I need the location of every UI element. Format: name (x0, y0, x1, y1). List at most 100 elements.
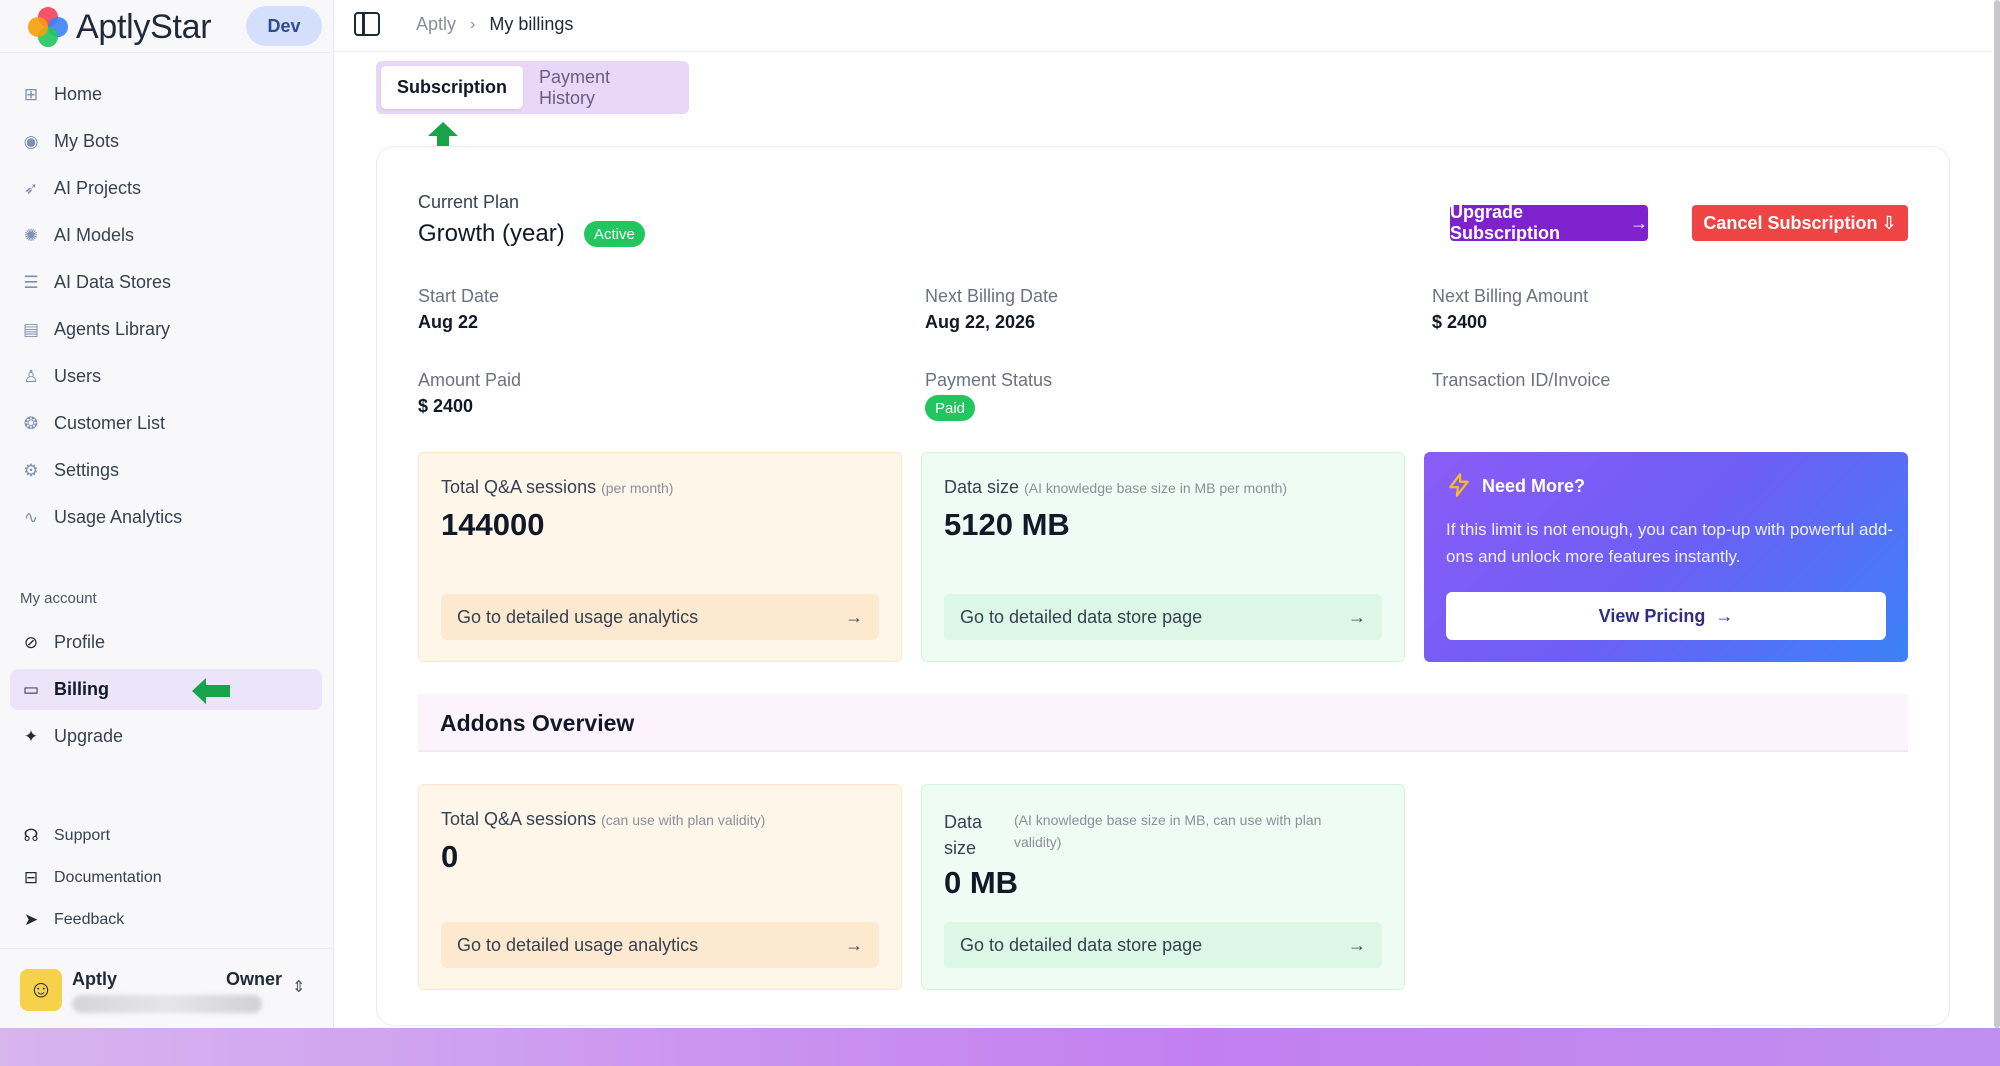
library-icon: ▤ (22, 319, 40, 339)
addon-qa-title: Total Q&A sessions (can use with plan va… (441, 809, 765, 830)
data-store-link-label: Go to detailed data store page (960, 606, 1203, 627)
qa-sessions-note: (per month) (601, 480, 674, 496)
transaction-label: Transaction ID/Invoice (1432, 370, 1611, 390)
arrow-right-icon: → (845, 606, 863, 627)
sidebar-item-ai-projects[interactable]: ➶ AI Projects (10, 168, 322, 209)
upgrade-subscription-label: Upgrade Subscription (1450, 202, 1561, 243)
sidebar-item-customer-list[interactable]: ❂ Customer List (10, 403, 322, 444)
addon-usage-analytics-link[interactable]: Go to detailed usage analytics → (441, 922, 879, 968)
next-billing-date-value: Aug 22, 2026 (925, 312, 1036, 332)
sidebar-item-users[interactable]: ♙ Users (10, 356, 322, 397)
addons-title: Addons Overview (440, 710, 635, 736)
brand[interactable]: AptlyStar (28, 4, 212, 50)
sidebar-item-profile[interactable]: ⊘ Profile (10, 622, 322, 663)
avatar: ☺ (20, 969, 62, 1011)
chevron-updown-icon[interactable]: ⇕ (292, 977, 305, 997)
sidebar-item-ai-data-stores[interactable]: ☰ AI Data Stores (10, 262, 322, 303)
sidebar-item-label: Settings (54, 460, 120, 480)
sidebar-item-documentation[interactable]: ⊟ Documentation (10, 860, 322, 896)
sidebar-item-agents-library[interactable]: ▤ Agents Library (10, 309, 322, 350)
send-icon: ➤ (23, 910, 39, 929)
addon-data-title: Data size (AI knowledge base size in MB,… (944, 809, 1384, 861)
scrollbar-thumb[interactable] (1994, 0, 2000, 1028)
payment-status-label: Payment Status (925, 370, 1053, 390)
payment-status-badge: Paid (925, 395, 976, 421)
sidebar-item-label: Usage Analytics (54, 507, 183, 527)
addon-data-value: 0 MB (944, 865, 1019, 900)
user-menu[interactable]: ☺ Aptly Owner ⇕ (0, 948, 334, 1028)
sidebar-item-feedback[interactable]: ➤ Feedback (10, 902, 322, 938)
sidebar-item-label: Billing (54, 679, 109, 699)
sidebar-item-label: My Bots (54, 131, 120, 151)
user-icon: ♙ (23, 366, 39, 386)
users-icon: ❂ (23, 413, 39, 433)
footer-nav: ☊ Support ⊟ Documentation ➤ Feedback (10, 818, 322, 944)
arrow-right-icon: → (1348, 606, 1366, 627)
sidebar-item-my-bots[interactable]: ◉ My Bots (10, 121, 322, 162)
addon-data-store-label: Go to detailed data store page (960, 934, 1203, 955)
data-size-title-text: Data size (944, 477, 1020, 497)
tab-payment-history[interactable]: Payment History (523, 66, 684, 109)
sidebar-item-label: AI Projects (54, 178, 142, 198)
sidebar: AptlyStar Dev ⊞ Home ◉ My Bots ➶ AI Project… (0, 0, 334, 1028)
scrollbar[interactable] (1992, 0, 2000, 1028)
need-more-card: Need More? If this limit is not enough, … (1424, 452, 1908, 662)
brand-logo-icon (28, 7, 68, 47)
next-billing-amount-label: Next Billing Amount (1432, 286, 1589, 306)
usage-analytics-link[interactable]: Go to detailed usage analytics → (441, 594, 879, 640)
sidebar-item-usage-analytics[interactable]: ∿ Usage Analytics (10, 497, 322, 538)
start-date-value: Aug 22 (418, 312, 479, 332)
addons-header: Addons Overview (418, 694, 1908, 752)
view-pricing-label: View Pricing (1598, 605, 1706, 626)
breadcrumb-root[interactable]: Aptly (416, 14, 456, 35)
next-billing-date-label: Next Billing Date (925, 286, 1059, 306)
user-email-redacted (72, 995, 262, 1013)
start-date-label: Start Date (418, 286, 500, 306)
need-more-title: Need More? (1482, 476, 1586, 496)
sidebar-item-settings[interactable]: ⚙ Settings (10, 450, 322, 491)
data-size-value: 5120 MB (944, 507, 1070, 542)
card-icon: ▭ (22, 679, 40, 699)
rocket-icon: ➶ (23, 178, 39, 198)
sidebar-item-label: Upgrade (54, 726, 124, 746)
sidebar-toggle-icon[interactable] (354, 12, 380, 36)
arrow-right-icon: → (1348, 934, 1366, 955)
headset-icon: ☊ (23, 826, 39, 845)
sidebar-item-upgrade[interactable]: ✦ Upgrade (10, 716, 322, 757)
data-store-link[interactable]: Go to detailed data store page → (944, 594, 1382, 640)
sidebar-item-ai-models[interactable]: ✺ AI Models (10, 215, 322, 256)
arrow-right-icon: → (845, 934, 863, 955)
qa-sessions-title: Total Q&A sessions (per month) (441, 477, 673, 498)
user-name: Aptly (72, 969, 117, 989)
sidebar-item-label: Users (54, 366, 102, 386)
data-size-title: Data size (AI knowledge base size in MB … (944, 477, 1287, 498)
view-pricing-button[interactable]: View Pricing → (1446, 592, 1886, 640)
cancel-subscription-button[interactable]: Cancel Subscription ⇩ (1692, 205, 1908, 241)
plan-name: Growth (year) (418, 220, 565, 247)
sidebar-item-billing[interactable]: ▭ Billing (10, 669, 322, 710)
arrow-right-icon: → (1630, 212, 1648, 233)
bot-icon: ◉ (23, 131, 39, 151)
breadcrumb: Aptly › My billings (416, 14, 573, 35)
sidebar-item-support[interactable]: ☊ Support (10, 818, 322, 854)
annotation-arrow-left-icon (192, 678, 230, 704)
atom-icon: ✺ (23, 225, 39, 245)
amount-paid-label: Amount Paid (418, 370, 522, 390)
tab-subscription[interactable]: Subscription (381, 66, 524, 109)
addon-data-title-text: Data size (944, 812, 983, 858)
status-badge: Active (584, 221, 645, 247)
sidebar-item-label: Documentation (54, 869, 162, 886)
user-role: Owner (226, 969, 283, 989)
sidebar-item-label: Agents Library (54, 319, 171, 339)
sidebar-item-label: AI Data Stores (54, 272, 172, 292)
data-size-note: (AI knowledge base size in MB per month) (1024, 480, 1288, 496)
addon-usage-analytics-label: Go to detailed usage analytics (457, 934, 699, 955)
addon-data-note: (AI knowledge base size in MB, can use w… (1014, 812, 1322, 850)
env-badge[interactable]: Dev (246, 6, 322, 46)
sidebar-item-home[interactable]: ⊞ Home (10, 74, 322, 115)
gear-icon: ⚙ (23, 460, 39, 480)
profile-icon: ⊘ (23, 632, 39, 652)
sidebar-item-label: Customer List (54, 413, 166, 433)
addon-data-store-link[interactable]: Go to detailed data store page → (944, 922, 1382, 968)
upgrade-subscription-button[interactable]: Upgrade Subscription → (1450, 202, 1648, 243)
